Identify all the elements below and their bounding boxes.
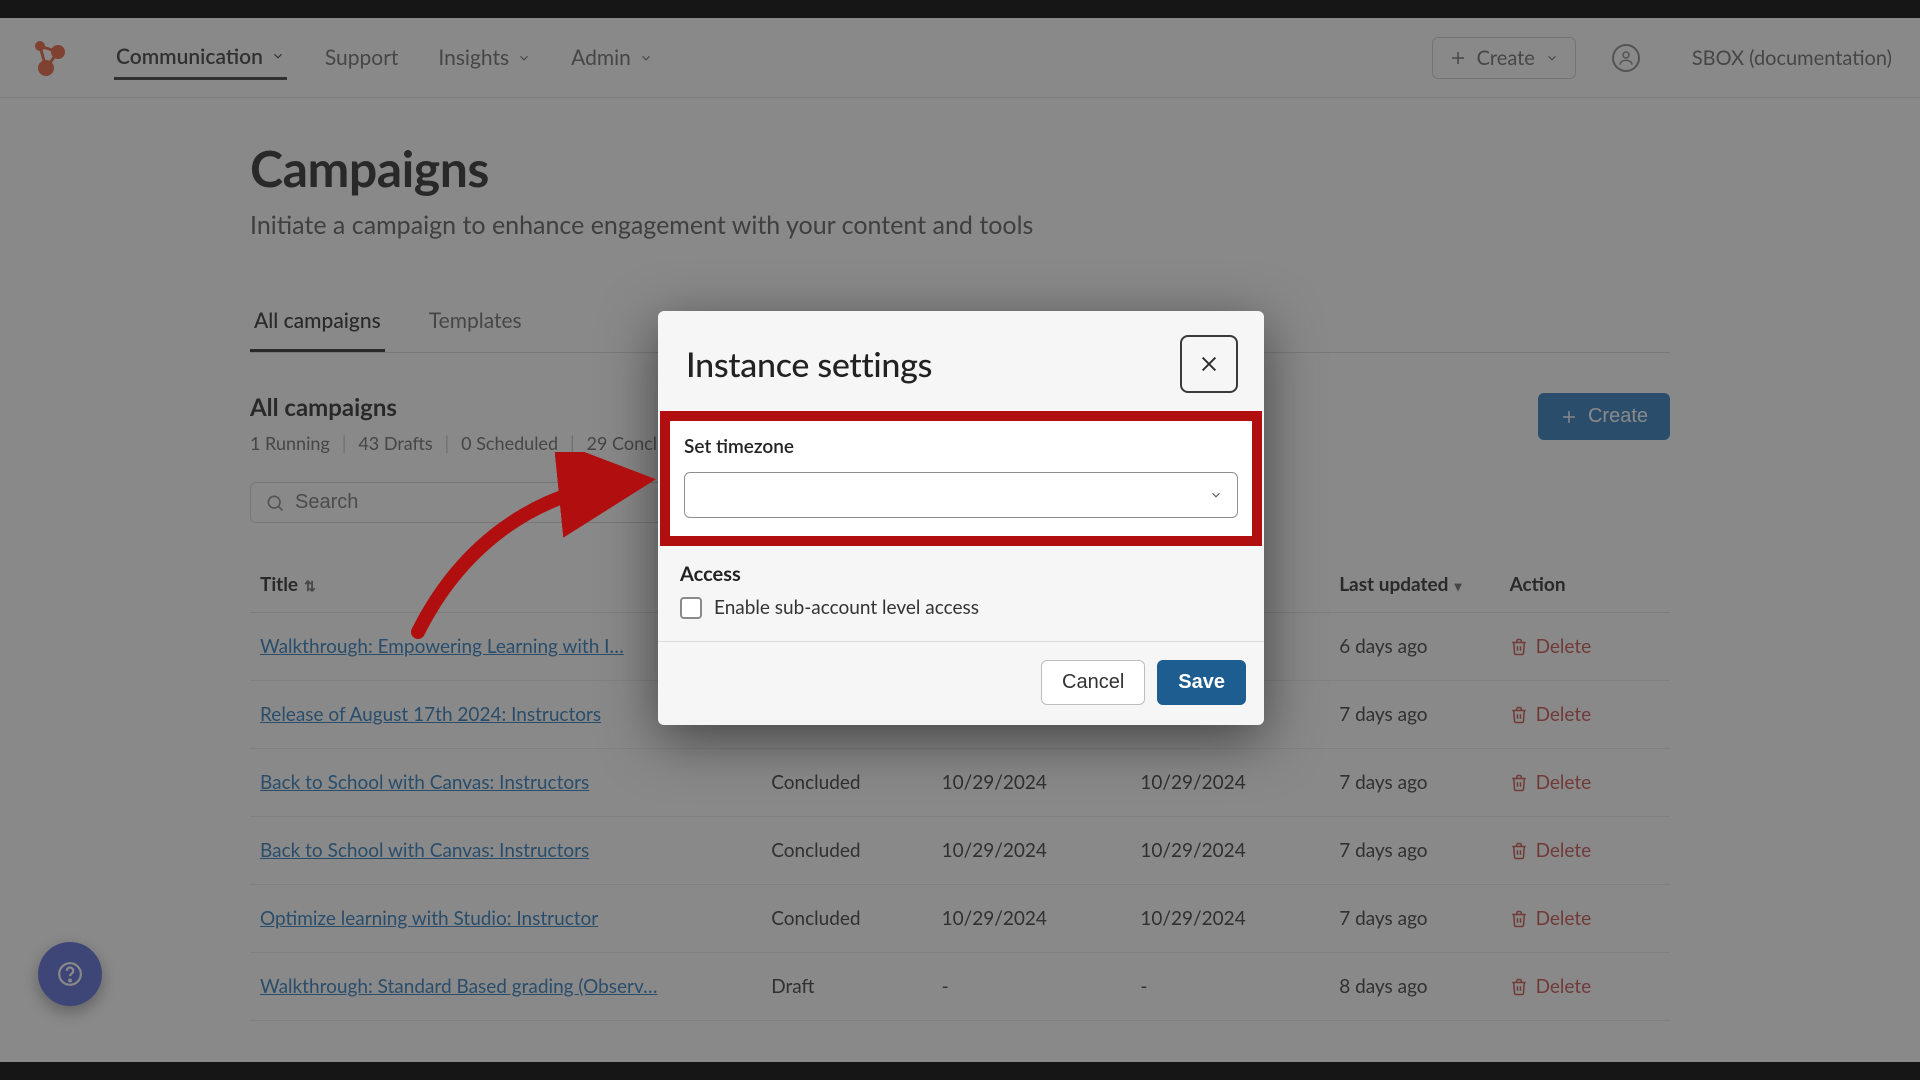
access-checkbox-label: Enable sub-account level access [714, 596, 979, 619]
modal-title: Instance settings [686, 344, 932, 385]
access-title: Access [680, 562, 1242, 586]
timezone-label: Set timezone [684, 435, 1238, 458]
timezone-highlight: Set timezone [660, 411, 1262, 546]
save-button[interactable]: Save [1157, 660, 1246, 705]
access-checkbox-row[interactable]: Enable sub-account level access [680, 596, 1242, 619]
checkbox-icon[interactable] [680, 597, 702, 619]
access-block: Access Enable sub-account level access [658, 546, 1264, 642]
instance-settings-modal: Instance settings Set timezone Access En… [658, 311, 1264, 725]
modal-close-button[interactable] [1180, 335, 1238, 393]
close-icon [1198, 353, 1220, 375]
timezone-select[interactable] [684, 472, 1238, 518]
cancel-button[interactable]: Cancel [1041, 660, 1145, 705]
stage: Communication Support Insights Admin [0, 0, 1920, 1080]
modal-footer: Cancel Save [658, 642, 1264, 725]
modal-header: Instance settings [658, 311, 1264, 411]
